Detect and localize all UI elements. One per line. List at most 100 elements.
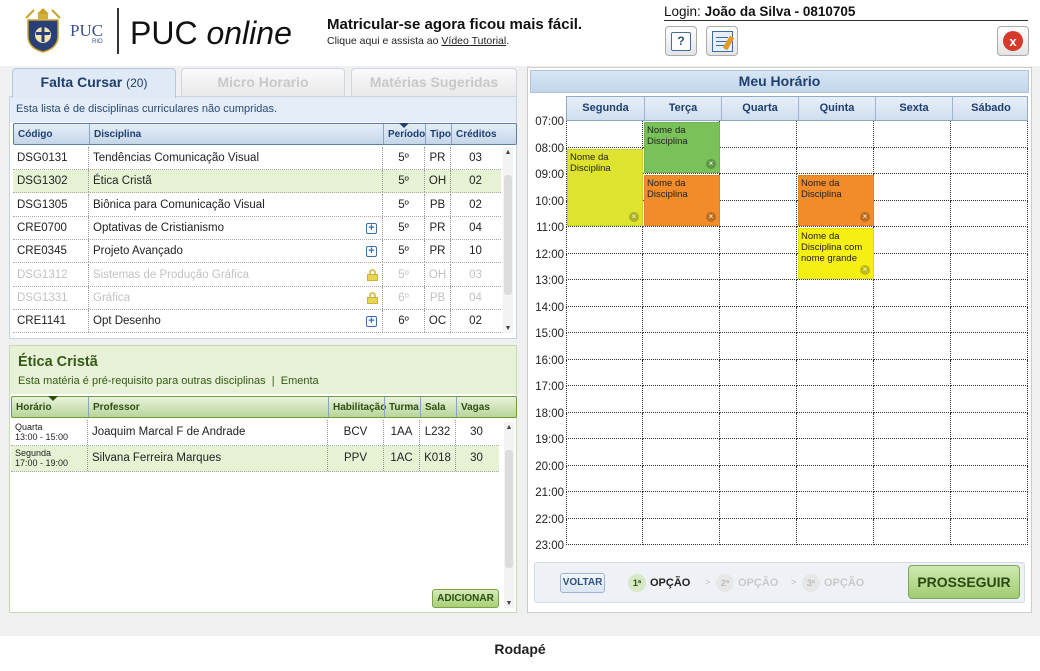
time-slot[interactable] xyxy=(951,121,1028,148)
time-slot[interactable] xyxy=(643,359,720,386)
plus-icon[interactable]: + xyxy=(366,316,377,328)
time-slot[interactable] xyxy=(951,492,1028,519)
table-row[interactable]: CRE1141 Opt Desenho +6º OC 02 xyxy=(13,310,501,334)
time-slot[interactable] xyxy=(874,492,951,519)
time-slot[interactable] xyxy=(720,439,797,466)
scroll-down-icon[interactable]: ▼ xyxy=(503,325,513,333)
time-slot[interactable] xyxy=(797,465,874,492)
time-slot[interactable] xyxy=(951,386,1028,413)
time-slot[interactable] xyxy=(951,465,1028,492)
time-slot[interactable] xyxy=(643,386,720,413)
time-slot[interactable] xyxy=(797,280,874,307)
time-slot[interactable] xyxy=(874,518,951,545)
time-slot[interactable] xyxy=(797,147,874,174)
time-slot[interactable] xyxy=(720,465,797,492)
time-slot[interactable] xyxy=(566,333,643,360)
back-button[interactable]: VOLTAR xyxy=(560,573,605,593)
time-slot[interactable] xyxy=(720,200,797,227)
time-slot[interactable] xyxy=(566,386,643,413)
time-slot[interactable] xyxy=(951,333,1028,360)
add-button[interactable]: ADICIONAR xyxy=(432,589,499,608)
remove-icon[interactable]: × xyxy=(706,159,716,169)
time-slot[interactable] xyxy=(566,465,643,492)
time-slot[interactable] xyxy=(566,492,643,519)
time-slot[interactable] xyxy=(797,412,874,439)
time-slot[interactable] xyxy=(643,465,720,492)
time-slot[interactable] xyxy=(797,333,874,360)
time-slot[interactable] xyxy=(797,121,874,148)
notes-button[interactable] xyxy=(706,26,738,56)
class-block[interactable]: Nome da Disciplina com nome grande × xyxy=(798,228,874,279)
time-slot[interactable] xyxy=(566,439,643,466)
col-disciplina[interactable]: Disciplina xyxy=(89,124,383,144)
time-slot[interactable] xyxy=(566,412,643,439)
time-slot[interactable] xyxy=(874,227,951,254)
remove-icon[interactable]: × xyxy=(629,212,639,222)
time-slot[interactable] xyxy=(874,465,951,492)
time-slot[interactable] xyxy=(874,253,951,280)
time-slot[interactable] xyxy=(874,359,951,386)
close-button[interactable]: x xyxy=(997,26,1029,56)
time-slot[interactable] xyxy=(643,253,720,280)
time-slot[interactable] xyxy=(643,492,720,519)
time-slot[interactable] xyxy=(643,306,720,333)
time-slot[interactable] xyxy=(720,386,797,413)
col-habilitacao[interactable]: Habilitação xyxy=(328,397,386,417)
table-row[interactable]: DSG1331 Gráfica 6º PB 04 xyxy=(13,286,501,310)
video-tutorial-link[interactable]: Vídeo Tutorial xyxy=(441,35,506,47)
time-slot[interactable] xyxy=(566,518,643,545)
detail-scrollbar[interactable]: ▲ ▼ xyxy=(504,422,514,608)
scroll-down-icon[interactable]: ▼ xyxy=(504,600,514,608)
time-slot[interactable] xyxy=(720,492,797,519)
col-professor[interactable]: Professor xyxy=(88,397,328,417)
table-row[interactable]: Quarta 13:00 - 15:00 Joaquim Marcal F de A… xyxy=(11,420,499,446)
time-slot[interactable] xyxy=(951,280,1028,307)
time-slot[interactable] xyxy=(720,227,797,254)
step-option-2[interactable]: 2ª OPÇÃO xyxy=(716,573,778,593)
time-slot[interactable] xyxy=(720,518,797,545)
col-creditos[interactable]: Créditos xyxy=(451,124,501,144)
remove-icon[interactable]: × xyxy=(860,265,870,275)
table-row[interactable]: CRE0345 Projeto Avançado +5º PR 10 xyxy=(13,240,501,264)
table-row[interactable]: CRE0700 Optativas de Cristianismo +5º PR 04 xyxy=(13,216,501,240)
time-slot[interactable] xyxy=(797,306,874,333)
time-slot[interactable] xyxy=(874,306,951,333)
ementa-link[interactable]: Ementa xyxy=(281,375,319,387)
table-row[interactable]: DSG1302 Ética Cristã 5º OH 02 xyxy=(13,170,501,194)
col-codigo[interactable]: Código xyxy=(14,124,89,144)
time-slot[interactable] xyxy=(720,412,797,439)
time-slot[interactable] xyxy=(720,359,797,386)
time-slot[interactable] xyxy=(720,253,797,280)
time-slot[interactable] xyxy=(874,147,951,174)
scroll-thumb[interactable] xyxy=(505,450,513,568)
time-slot[interactable] xyxy=(874,121,951,148)
falta-scrollbar[interactable]: ▲ ▼ xyxy=(503,147,513,333)
time-slot[interactable] xyxy=(951,359,1028,386)
class-block[interactable]: Nome da Disciplina × xyxy=(644,175,720,226)
col-sala[interactable]: Sala xyxy=(420,397,456,417)
time-slot[interactable] xyxy=(951,174,1028,201)
time-slot[interactable] xyxy=(720,147,797,174)
time-slot[interactable] xyxy=(797,439,874,466)
col-turma[interactable]: Turma xyxy=(384,397,420,417)
time-slot[interactable] xyxy=(951,306,1028,333)
tab-falta-cursar[interactable]: Falta Cursar (20) xyxy=(12,68,176,98)
step-option-3[interactable]: 3ª OPÇÃO xyxy=(802,573,864,593)
time-slot[interactable] xyxy=(874,386,951,413)
time-slot[interactable] xyxy=(720,306,797,333)
table-row[interactable]: DSG1305 Biônica para Comunicação Visual 5º… xyxy=(13,193,501,217)
time-slot[interactable] xyxy=(951,412,1028,439)
time-slot[interactable] xyxy=(874,280,951,307)
time-slot[interactable] xyxy=(951,200,1028,227)
time-slot[interactable] xyxy=(951,518,1028,545)
time-slot[interactable] xyxy=(874,439,951,466)
time-slot[interactable] xyxy=(951,147,1028,174)
time-slot[interactable] xyxy=(566,359,643,386)
time-slot[interactable] xyxy=(797,518,874,545)
time-slot[interactable] xyxy=(566,280,643,307)
time-slot[interactable] xyxy=(643,412,720,439)
help-button[interactable]: ? xyxy=(665,26,697,56)
time-slot[interactable] xyxy=(951,253,1028,280)
time-slot[interactable] xyxy=(566,253,643,280)
time-slot[interactable] xyxy=(874,200,951,227)
